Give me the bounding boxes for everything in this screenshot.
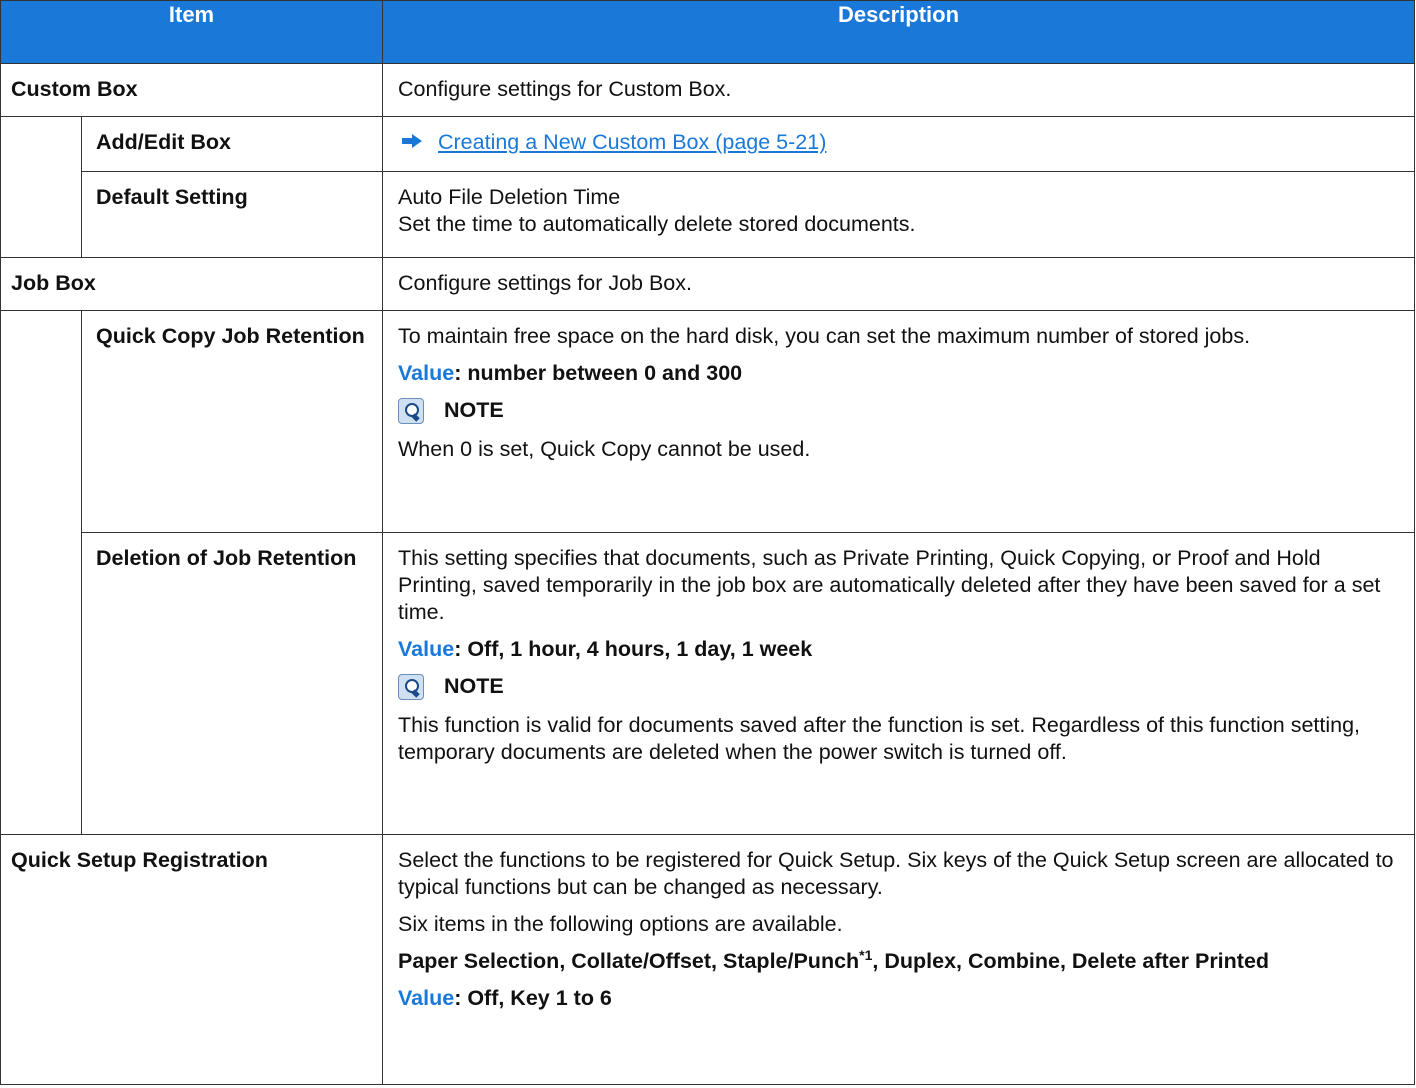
table-row: Quick Setup Registration Select the func… bbox=[0, 834, 1415, 1085]
note-title: NOTE bbox=[444, 674, 504, 698]
custom-box-page-link[interactable]: Creating a New Custom Box (page 5-21) bbox=[438, 130, 826, 154]
deletion-note-text: This function is valid for documents sav… bbox=[398, 713, 1361, 764]
default-setting-line1: Auto File Deletion Time bbox=[398, 185, 621, 209]
default-setting-line2: Set the time to automatically delete sto… bbox=[398, 212, 916, 236]
table-header-row: Item Description bbox=[0, 0, 1415, 64]
header-item: Item bbox=[0, 0, 383, 64]
value-text: : Off, Key 1 to 6 bbox=[454, 986, 612, 1010]
options-part-a: Paper Selection, Collate/Offset, Staple/… bbox=[398, 949, 860, 973]
desc-custom-box: Configure settings for Custom Box. bbox=[382, 63, 1415, 117]
item-quick-copy-retention: Quick Copy Job Retention bbox=[81, 310, 383, 533]
note-block: NOTE bbox=[398, 673, 1400, 700]
item-add-edit-box: Add/Edit Box bbox=[81, 116, 383, 172]
deletion-value: Value: Off, 1 hour, 4 hours, 1 day, 1 we… bbox=[398, 636, 1400, 663]
desc-deletion-retention: This setting specifies that documents, s… bbox=[382, 532, 1415, 835]
note-title: NOTE bbox=[444, 398, 504, 422]
indent-cell bbox=[0, 116, 82, 172]
indent-cell bbox=[0, 532, 82, 835]
note-lightbulb-icon bbox=[398, 397, 424, 424]
value-text: : number between 0 and 300 bbox=[454, 361, 743, 385]
arrow-right-icon bbox=[402, 134, 424, 149]
desc-default-setting: Auto File Deletion Time Set the time to … bbox=[382, 171, 1415, 258]
item-job-box: Job Box bbox=[0, 257, 383, 311]
deletion-desc: This setting specifies that documents, s… bbox=[398, 546, 1381, 624]
note-lightbulb-icon bbox=[398, 673, 424, 700]
options-part-b: , Duplex, Combine, Delete after Printed bbox=[872, 949, 1270, 973]
value-text: : Off, 1 hour, 4 hours, 1 day, 1 week bbox=[454, 637, 813, 661]
table-row: Add/Edit Box Creating a New Custom Box (… bbox=[0, 116, 1415, 172]
desc-add-edit-box: Creating a New Custom Box (page 5-21) bbox=[382, 116, 1415, 172]
table-row: Custom Box Configure settings for Custom… bbox=[0, 63, 1415, 117]
item-deletion-retention: Deletion of Job Retention bbox=[81, 532, 383, 835]
value-label: Value bbox=[398, 986, 455, 1010]
table-row: Deletion of Job Retention This setting s… bbox=[0, 532, 1415, 835]
desc-job-box: Configure settings for Job Box. bbox=[382, 257, 1415, 311]
quick-setup-desc: Select the functions to be registered fo… bbox=[398, 848, 1394, 899]
table-row: Job Box Configure settings for Job Box. bbox=[0, 257, 1415, 311]
item-default-setting: Default Setting bbox=[81, 171, 383, 258]
footnote-marker: *1 bbox=[859, 946, 873, 963]
desc-quick-copy-retention: To maintain free space on the hard disk,… bbox=[382, 310, 1415, 533]
settings-table: Item Description Custom Box Configure se… bbox=[0, 0, 1415, 1085]
note-block: NOTE bbox=[398, 397, 1400, 424]
quick-setup-options: Paper Selection, Collate/Offset, Staple/… bbox=[398, 948, 1400, 975]
quick-setup-avail: Six items in the following options are a… bbox=[398, 912, 843, 936]
desc-quick-setup-registration: Select the functions to be registered fo… bbox=[382, 834, 1415, 1085]
quick-copy-desc: To maintain free space on the hard disk,… bbox=[398, 324, 1251, 348]
value-label: Value bbox=[398, 361, 455, 385]
quick-copy-note-text: When 0 is set, Quick Copy cannot be used… bbox=[398, 437, 811, 461]
item-quick-setup-registration: Quick Setup Registration bbox=[0, 834, 383, 1085]
item-custom-box: Custom Box bbox=[0, 63, 383, 117]
table-row: Default Setting Auto File Deletion Time … bbox=[0, 171, 1415, 258]
quick-setup-value: Value: Off, Key 1 to 6 bbox=[398, 985, 1400, 1012]
indent-cell bbox=[0, 310, 82, 533]
value-label: Value bbox=[398, 637, 455, 661]
table-row: Quick Copy Job Retention To maintain fre… bbox=[0, 310, 1415, 533]
indent-cell bbox=[0, 171, 82, 258]
quick-copy-value: Value: number between 0 and 300 bbox=[398, 360, 1400, 387]
header-description: Description bbox=[382, 0, 1415, 64]
